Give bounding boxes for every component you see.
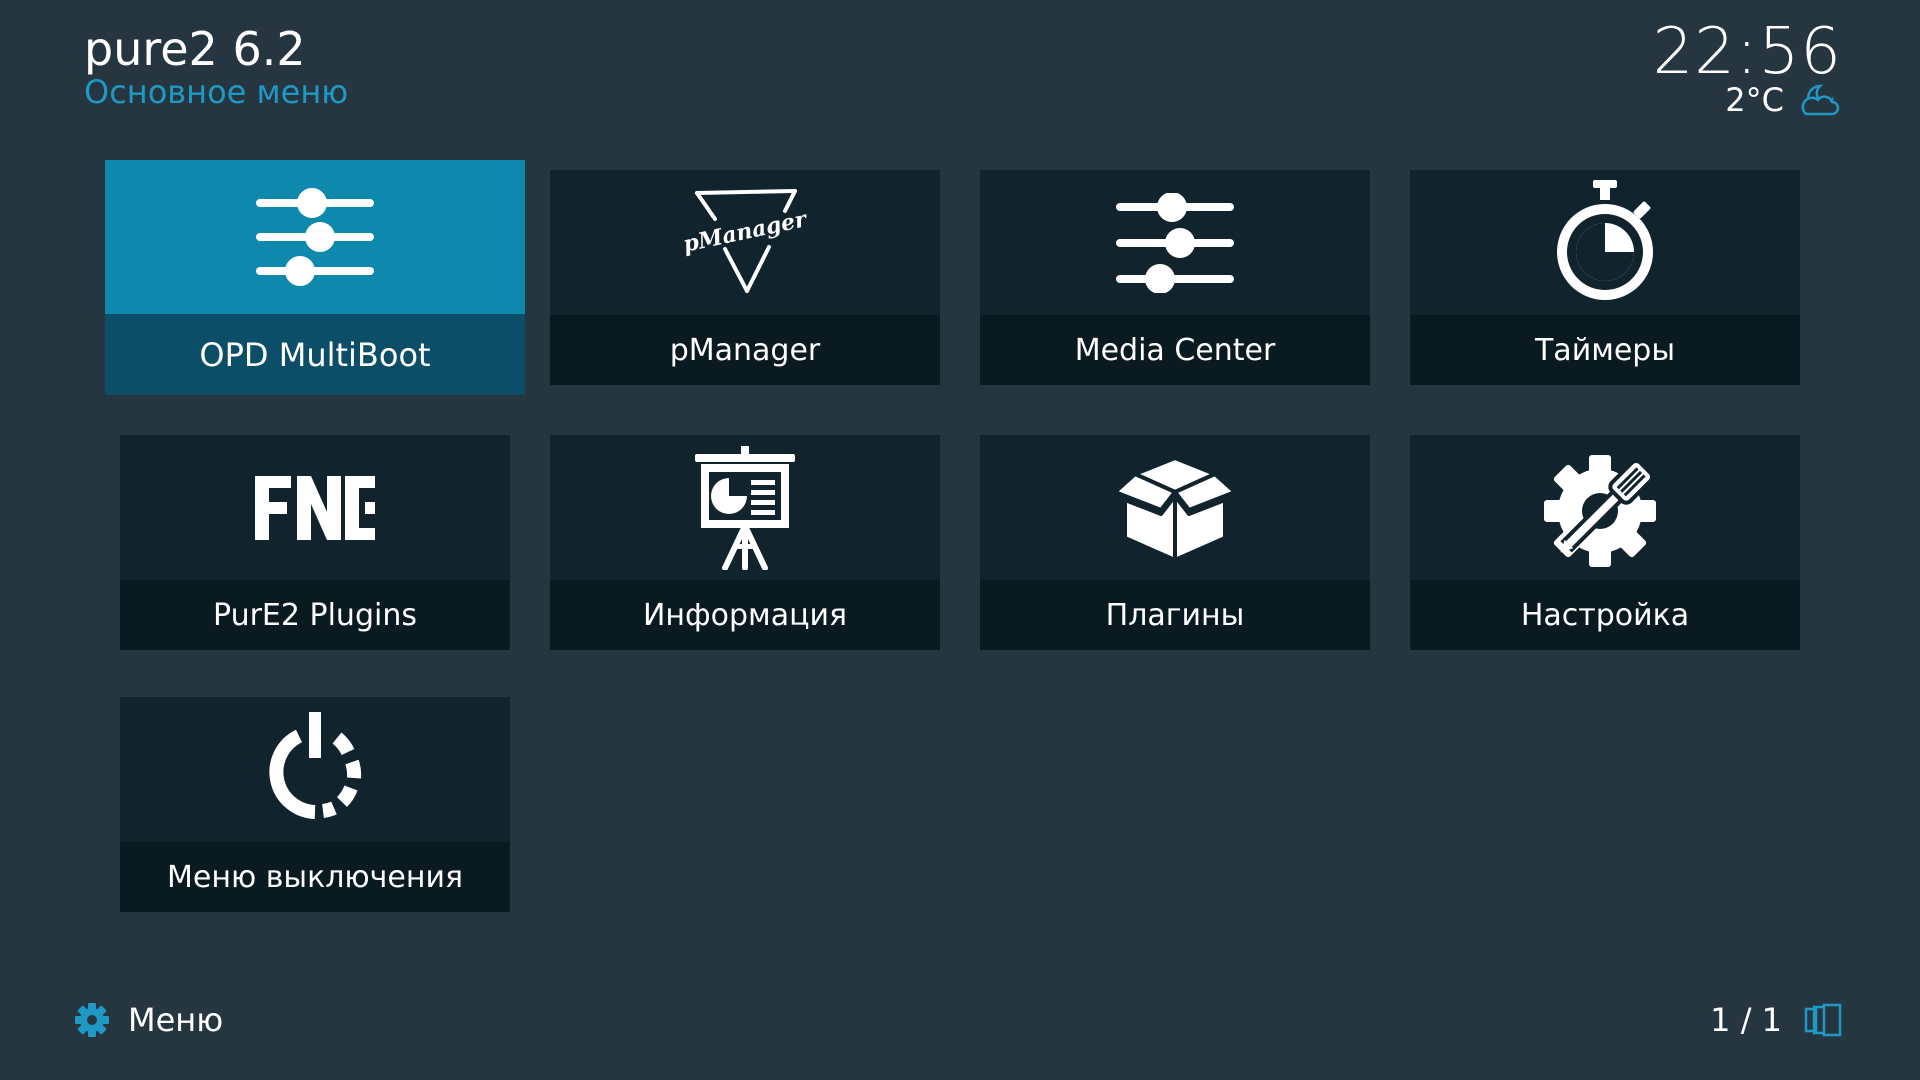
gear-icon (75, 1003, 109, 1037)
tile-icon-area (1410, 170, 1800, 315)
sliders-icon (256, 188, 374, 286)
menu-label: Меню (128, 1001, 224, 1039)
page-counter: 1 / 1 (1710, 1001, 1782, 1039)
partly-cloudy-night-icon (1801, 84, 1840, 116)
tile-opd-multiboot[interactable]: OPD MultiBoot (105, 160, 525, 395)
weather: 2°C (1725, 80, 1842, 120)
tile-label: Плагины (1105, 597, 1245, 633)
tile-icon-area (550, 435, 940, 580)
tile-label-bar: Плагины (980, 580, 1370, 650)
tile-label-bar: OPD MultiBoot (105, 314, 525, 395)
page-indicator: 1 / 1 (1710, 998, 1842, 1042)
pmanager-logo-icon: pManager (681, 188, 810, 293)
tile-settings[interactable]: Настройка (1410, 435, 1800, 650)
tile-label-bar: Информация (550, 580, 940, 650)
tile-label: OPD MultiBoot (199, 335, 431, 374)
tile-label: Настройка (1520, 597, 1690, 633)
open-box-icon (1113, 455, 1237, 562)
tile-icon-area (1410, 435, 1800, 580)
gear-screwdriver-icon (1544, 453, 1659, 567)
tile-icon-area (980, 435, 1370, 580)
tile-label: Меню выключения (166, 859, 463, 895)
tile-label: Информация (642, 597, 848, 633)
stopwatch-icon (1557, 179, 1653, 300)
tile-label-bar: pManager (550, 315, 940, 385)
tile-pmanager[interactable]: pManager pManager (550, 170, 940, 385)
tile-label-bar: Меню выключения (120, 842, 510, 912)
tile-label-bar: Media Center (980, 315, 1370, 385)
sliders-icon (1116, 192, 1234, 293)
power-icon (269, 711, 362, 819)
tile-pure2-plugins[interactable]: PurE2 Plugins (120, 435, 510, 650)
tile-icon-area (120, 435, 510, 580)
tile-icon-area (120, 697, 510, 842)
tile-media-center[interactable]: Media Center (980, 170, 1370, 385)
temperature: 2°C (1725, 81, 1784, 119)
tile-timers[interactable]: Таймеры (1410, 170, 1800, 385)
tile-icon-area (980, 170, 1370, 315)
app-title: pure2 6.2 (84, 22, 306, 76)
tile-plugins[interactable]: Плагины (980, 435, 1370, 650)
tile-icon-area: pManager (550, 170, 940, 315)
fnc-logo-icon (255, 475, 375, 540)
tile-label-bar: Настройка (1410, 580, 1800, 650)
tile-information[interactable]: Информация (550, 435, 940, 650)
page-subtitle: Основное меню (84, 73, 349, 111)
tile-label: PurE2 Plugins (213, 597, 417, 633)
tile-label-bar: Таймеры (1410, 315, 1800, 385)
tile-label: Media Center (1074, 332, 1276, 368)
footer-menu-button[interactable]: Меню (74, 998, 223, 1042)
tile-icon-area (105, 160, 525, 314)
svg-text:pManager: pManager (681, 205, 810, 257)
tile-label: Таймеры (1534, 332, 1676, 368)
clock: 22:56 (1652, 15, 1842, 89)
pages-icon (1804, 1003, 1842, 1037)
main-menu-screen: pure2 6.2 Основное меню 22:56 2°C OPD Mu… (0, 0, 1920, 1080)
tile-label-bar: PurE2 Plugins (120, 580, 510, 650)
tile-power-menu[interactable]: Меню выключения (120, 697, 510, 912)
tile-label: pManager (669, 332, 821, 368)
presentation-board-icon (695, 445, 795, 570)
